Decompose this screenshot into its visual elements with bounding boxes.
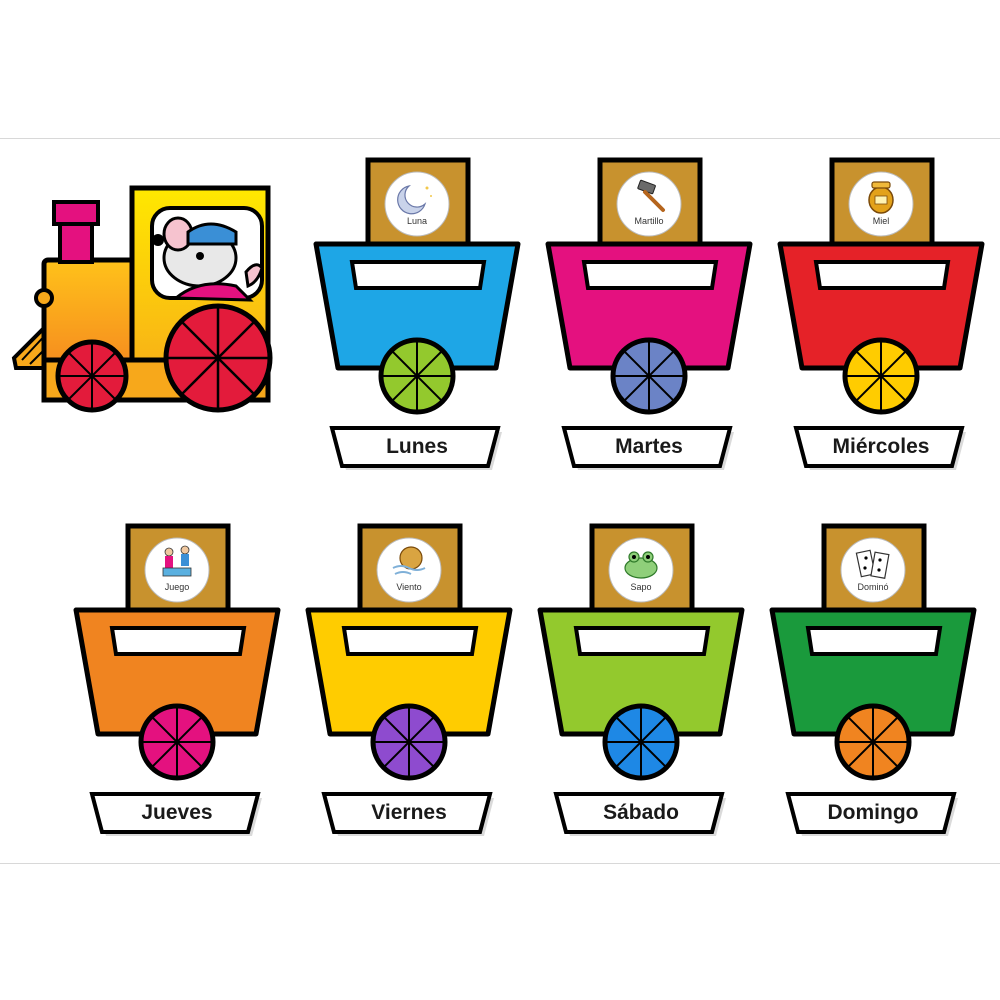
day-label: Lunes <box>386 435 448 458</box>
wagon-wheel <box>602 703 680 781</box>
wagon-viernes: Viento Viernes <box>304 523 514 844</box>
picture-card <box>608 537 674 603</box>
picture-card <box>616 171 682 237</box>
picture-label: Dominó <box>857 582 889 592</box>
wagon-sábado: Sapo Sábado <box>536 523 746 844</box>
wagon-wheel <box>378 337 456 415</box>
locomotive <box>0 160 300 430</box>
wagon-wheel <box>610 337 688 415</box>
day-label: Jueves <box>141 801 213 824</box>
wagon-wheel <box>370 703 448 781</box>
day-label: Miércoles <box>832 435 930 458</box>
picture-label: Viento <box>396 582 422 592</box>
picture-card <box>384 171 450 237</box>
wagon-miércoles: Miel Miércoles <box>776 157 986 478</box>
picture-label: Juego <box>164 582 190 592</box>
engine-big-wheel <box>163 303 273 413</box>
locomotive-drawing <box>11 185 273 413</box>
chimney <box>58 220 94 264</box>
wagon-jueves: Juego Jueves <box>72 523 282 844</box>
name-slot <box>805 626 943 656</box>
picture-label: Martillo <box>634 216 664 226</box>
engine-small-wheel <box>55 339 129 413</box>
wagon-domingo: Dominó Domingo <box>768 523 978 844</box>
name-slot <box>341 626 479 656</box>
picture-card <box>848 171 914 237</box>
wagon-wheel <box>842 337 920 415</box>
day-label: Martes <box>615 435 683 458</box>
wagon-wheel <box>138 703 216 781</box>
picture-card <box>376 537 442 603</box>
name-slot <box>109 626 247 656</box>
wagon-lunes: Luna Lunes <box>312 157 522 478</box>
day-label: Viernes <box>371 801 447 824</box>
day-label: Sábado <box>603 801 679 824</box>
name-slot <box>573 626 711 656</box>
picture-label: Luna <box>406 216 428 226</box>
picture-label: Sapo <box>630 582 652 592</box>
name-slot <box>813 260 951 290</box>
name-slot <box>581 260 719 290</box>
day-label: Domingo <box>827 801 919 824</box>
picture-label: Miel <box>872 216 890 226</box>
wagon-martes: Martillo Martes <box>544 157 754 478</box>
honey-pot-icon <box>868 181 894 214</box>
picture-card <box>144 537 210 603</box>
name-slot <box>349 260 487 290</box>
picture-card <box>840 537 906 603</box>
wagon-wheel <box>834 703 912 781</box>
